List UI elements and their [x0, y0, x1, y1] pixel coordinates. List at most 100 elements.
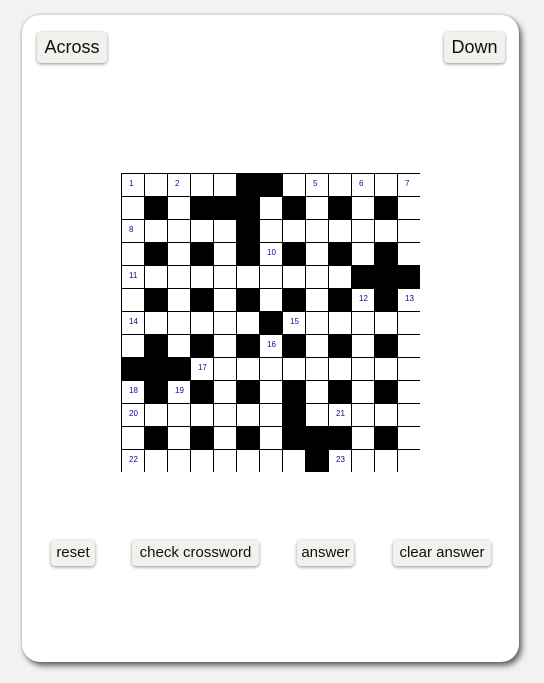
grid-cell[interactable] [237, 266, 259, 288]
grid-cell[interactable] [329, 220, 351, 242]
grid-cell[interactable] [283, 450, 305, 472]
grid-cell[interactable] [191, 450, 213, 472]
grid-cell[interactable] [122, 335, 144, 357]
grid-cell[interactable] [237, 404, 259, 426]
grid-cell[interactable]: 8 [122, 220, 144, 242]
grid-cell[interactable] [168, 266, 190, 288]
grid-cell[interactable]: 11 [122, 266, 144, 288]
grid-cell[interactable] [168, 220, 190, 242]
grid-cell[interactable]: 7 [398, 174, 420, 196]
grid-cell[interactable] [237, 358, 259, 380]
grid-cell[interactable] [398, 404, 420, 426]
grid-cell[interactable] [145, 404, 167, 426]
check-crossword-button[interactable]: check crossword [132, 540, 259, 566]
grid-cell[interactable] [375, 220, 397, 242]
grid-cell[interactable] [352, 404, 374, 426]
grid-cell[interactable] [283, 174, 305, 196]
grid-cell[interactable] [260, 289, 282, 311]
grid-cell[interactable]: 18 [122, 381, 144, 403]
grid-cell[interactable] [329, 174, 351, 196]
grid-cell[interactable] [352, 335, 374, 357]
grid-cell[interactable] [306, 335, 328, 357]
grid-cell[interactable] [329, 266, 351, 288]
grid-cell[interactable] [260, 450, 282, 472]
grid-cell[interactable] [168, 450, 190, 472]
grid-cell[interactable] [168, 335, 190, 357]
grid-cell[interactable] [398, 427, 420, 449]
grid-cell[interactable] [145, 174, 167, 196]
grid-cell[interactable] [191, 404, 213, 426]
grid-cell[interactable] [398, 197, 420, 219]
grid-cell[interactable]: 14 [122, 312, 144, 334]
grid-cell[interactable] [168, 404, 190, 426]
grid-cell[interactable] [306, 197, 328, 219]
grid-cell[interactable] [191, 312, 213, 334]
grid-cell[interactable]: 6 [352, 174, 374, 196]
grid-cell[interactable] [168, 289, 190, 311]
grid-cell[interactable] [306, 312, 328, 334]
grid-cell[interactable] [214, 335, 236, 357]
grid-cell[interactable] [214, 266, 236, 288]
grid-cell[interactable] [375, 450, 397, 472]
grid-cell[interactable] [214, 381, 236, 403]
across-button[interactable]: Across [37, 32, 107, 63]
down-button[interactable]: Down [444, 32, 505, 63]
grid-cell[interactable] [260, 358, 282, 380]
grid-cell[interactable] [352, 381, 374, 403]
grid-cell[interactable] [329, 358, 351, 380]
grid-cell[interactable] [352, 450, 374, 472]
grid-cell[interactable] [375, 358, 397, 380]
grid-cell[interactable]: 21 [329, 404, 351, 426]
grid-cell[interactable] [260, 266, 282, 288]
grid-cell[interactable] [306, 404, 328, 426]
grid-cell[interactable] [398, 450, 420, 472]
grid-cell[interactable] [352, 312, 374, 334]
grid-cell[interactable] [168, 243, 190, 265]
grid-cell[interactable] [145, 312, 167, 334]
grid-cell[interactable] [145, 450, 167, 472]
answer-button[interactable]: answer [297, 540, 354, 566]
grid-cell[interactable]: 1 [122, 174, 144, 196]
grid-cell[interactable] [145, 266, 167, 288]
grid-cell[interactable] [260, 427, 282, 449]
grid-cell[interactable] [168, 197, 190, 219]
grid-cell[interactable] [191, 266, 213, 288]
grid-cell[interactable] [214, 427, 236, 449]
grid-cell[interactable]: 2 [168, 174, 190, 196]
grid-cell[interactable]: 12 [352, 289, 374, 311]
grid-cell[interactable] [122, 289, 144, 311]
grid-cell[interactable] [214, 312, 236, 334]
grid-cell[interactable] [214, 450, 236, 472]
grid-cell[interactable] [398, 312, 420, 334]
grid-cell[interactable] [214, 358, 236, 380]
grid-cell[interactable] [375, 174, 397, 196]
grid-cell[interactable] [306, 220, 328, 242]
grid-cell[interactable]: 10 [260, 243, 282, 265]
grid-cell[interactable] [260, 381, 282, 403]
grid-cell[interactable] [306, 289, 328, 311]
clear-answer-button[interactable]: clear answer [393, 540, 491, 566]
grid-cell[interactable] [191, 174, 213, 196]
grid-cell[interactable] [352, 197, 374, 219]
grid-cell[interactable] [214, 220, 236, 242]
grid-cell[interactable]: 20 [122, 404, 144, 426]
grid-cell[interactable] [375, 404, 397, 426]
grid-cell[interactable] [398, 381, 420, 403]
grid-cell[interactable]: 16 [260, 335, 282, 357]
grid-cell[interactable]: 22 [122, 450, 144, 472]
grid-cell[interactable] [237, 450, 259, 472]
grid-cell[interactable] [352, 243, 374, 265]
grid-cell[interactable] [352, 427, 374, 449]
grid-cell[interactable] [398, 243, 420, 265]
grid-cell[interactable] [214, 404, 236, 426]
grid-cell[interactable] [398, 220, 420, 242]
grid-cell[interactable]: 5 [306, 174, 328, 196]
grid-cell[interactable] [375, 312, 397, 334]
grid-cell[interactable] [168, 312, 190, 334]
grid-cell[interactable] [214, 174, 236, 196]
reset-button[interactable]: reset [51, 540, 95, 566]
grid-cell[interactable] [168, 427, 190, 449]
grid-cell[interactable] [122, 243, 144, 265]
grid-cell[interactable] [306, 381, 328, 403]
grid-cell[interactable]: 19 [168, 381, 190, 403]
